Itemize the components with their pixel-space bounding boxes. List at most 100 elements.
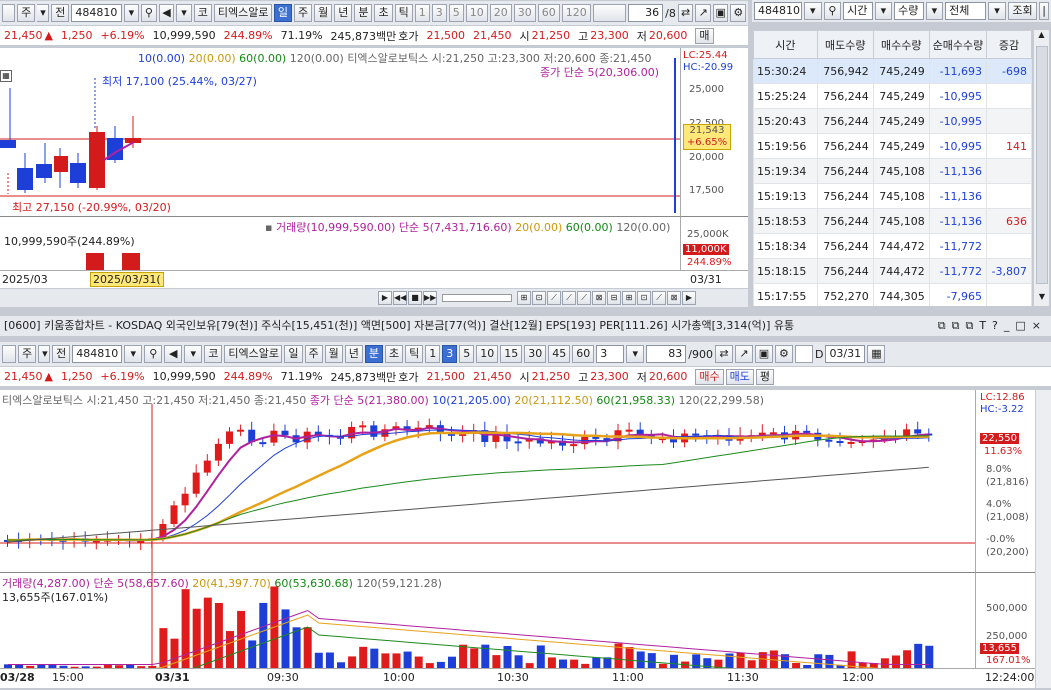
tool-icon-12[interactable]: ▶ xyxy=(682,291,696,305)
bottom-list-icon[interactable]: ▾ xyxy=(184,345,203,363)
sell-order-button[interactable]: 매도 xyxy=(725,368,754,385)
sync-icon[interactable]: ⇄ xyxy=(677,4,694,22)
query-button[interactable]: 조회 xyxy=(1007,2,1038,20)
trade-search-icon[interactable]: ⚲ xyxy=(823,2,842,20)
top-price-panel[interactable]: 10(0.00) 20(0.00) 60(0.00) 120(0.00) 티엑스… xyxy=(0,48,680,216)
window-controls[interactable]: ⧉⧉⧉T?_□× xyxy=(933,316,1047,336)
zoom-slider[interactable] xyxy=(442,294,512,302)
time-select[interactable]: 시간 xyxy=(843,2,873,20)
calendar-icon[interactable]: ▦ xyxy=(867,345,886,363)
time-chevron-icon[interactable]: ▾ xyxy=(874,2,893,20)
interval-chevron-icon[interactable]: ▾ xyxy=(626,345,645,363)
bottom-market-marker[interactable] xyxy=(2,345,16,363)
bottom-tab-month[interactable]: 월 xyxy=(324,345,343,363)
bottom-tab-day[interactable]: 일 xyxy=(284,345,303,363)
bottom-volume-panel[interactable]: 거래량(4,287.00) 단순 5(58,657.60) 20(41,397.… xyxy=(0,572,975,668)
bottom-market-select[interactable]: 주 xyxy=(18,345,37,363)
bottom-interval-45[interactable]: 45 xyxy=(548,345,571,363)
tool-icon-6[interactable]: ⊠ xyxy=(592,291,606,305)
bottom-code-input[interactable]: 484810 xyxy=(72,345,123,363)
flat-button[interactable]: 평 xyxy=(755,368,775,385)
interval-10[interactable]: 10 xyxy=(465,4,488,22)
tool-icon-7[interactable]: ⊟ xyxy=(607,291,621,305)
bottom-save-icon[interactable]: ▣ xyxy=(754,345,773,363)
interval-20[interactable]: 20 xyxy=(489,4,512,22)
top-volume-panel[interactable]: ▪ 거래량(10,999,590.00) 단순 5(7,431,716.60) … xyxy=(0,216,680,270)
d-checkbox[interactable] xyxy=(794,345,813,363)
tool-icon-4[interactable]: ⟋ xyxy=(562,291,576,305)
tool-icon-3[interactable]: ⟋ xyxy=(547,291,561,305)
tool-icon-8[interactable]: ⊞ xyxy=(622,291,636,305)
rewind-icon[interactable]: ◀◀ xyxy=(393,291,407,305)
chevron-down-icon[interactable]: ▾ xyxy=(37,4,50,22)
scroll-thumb[interactable] xyxy=(1036,46,1048,284)
tab-month[interactable]: 월 xyxy=(314,4,333,22)
bottom-speaker-icon[interactable]: ◀ xyxy=(164,345,183,363)
dropdown-icon[interactable]: ▾ xyxy=(123,4,140,22)
bottom-interval-5[interactable]: 5 xyxy=(459,345,475,363)
search-icon[interactable]: ⚲ xyxy=(141,4,157,22)
forward-icon[interactable]: ▶▶ xyxy=(423,291,437,305)
qty-select[interactable]: 수량 xyxy=(894,2,924,20)
tab-day[interactable]: 일 xyxy=(273,4,292,22)
tool-icon-5[interactable]: ⟋ xyxy=(577,291,591,305)
speaker-icon[interactable]: ◀ xyxy=(158,4,175,22)
scroll-up-icon[interactable]: ▲ xyxy=(1034,30,1049,44)
tab-tick[interactable]: 틱 xyxy=(394,4,413,22)
stop-icon[interactable]: ■ xyxy=(408,291,422,305)
bottom-tab-year[interactable]: 년 xyxy=(344,345,363,363)
count-input[interactable]: 36 xyxy=(628,4,664,22)
bottom-tab-minute[interactable]: 분 xyxy=(364,345,383,363)
stock-code-input[interactable]: 484810 xyxy=(71,4,122,22)
market-select[interactable]: 주 xyxy=(17,4,36,22)
bottom-interval-30[interactable]: 30 xyxy=(524,345,547,363)
qty-chevron-icon[interactable]: ▾ xyxy=(925,2,944,20)
bottom-chevron-down-icon[interactable]: ▾ xyxy=(38,345,51,363)
bottom-sync-icon[interactable]: ⇄ xyxy=(714,345,733,363)
top-scroll-bar[interactable]: ▶ ◀◀ ■ ▶▶ ⊞ ⊡ ⟋ ⟋ ⟋ ⊠ ⊟ ⊞ ⊡ ⟋ ⊠ ▶ xyxy=(0,289,748,307)
tool-icon-9[interactable]: ⊡ xyxy=(637,291,651,305)
market-select-marker[interactable] xyxy=(2,4,16,22)
bottom-arrow-icon[interactable]: ↗ xyxy=(734,345,753,363)
interval-custom[interactable] xyxy=(592,4,627,22)
tab-year[interactable]: 년 xyxy=(334,4,353,22)
bottom-price-panel[interactable]: 티엑스알로보틱스 시:21,450 고:21,450 저:21,450 종:21… xyxy=(0,390,975,572)
scroll-right-icon[interactable]: ▶ xyxy=(378,291,392,305)
bottom-tab-week[interactable]: 주 xyxy=(304,345,323,363)
bottom-dropdown-icon[interactable]: ▾ xyxy=(124,345,143,363)
list-icon[interactable]: ▾ xyxy=(176,4,192,22)
interval-30[interactable]: 30 xyxy=(513,4,536,22)
period-select[interactable]: 전 xyxy=(51,4,70,22)
tool-icon-10[interactable]: ⟋ xyxy=(652,291,666,305)
bottom-interval-3[interactable]: 3 xyxy=(442,345,458,363)
scroll-down-icon[interactable]: ▼ xyxy=(1034,292,1050,306)
bottom-tab-second[interactable]: 초 xyxy=(385,345,404,363)
interval-120[interactable]: 120 xyxy=(561,4,591,22)
gear-icon[interactable]: ⚙ xyxy=(730,4,747,22)
interval-5[interactable]: 5 xyxy=(448,4,464,22)
trade-more-icon[interactable]: | xyxy=(1039,2,1050,20)
save-icon[interactable]: ▣ xyxy=(712,4,729,22)
arrow-icon[interactable]: ↗ xyxy=(695,4,711,22)
tab-minute[interactable]: 분 xyxy=(354,4,373,22)
all-select[interactable]: 전체 xyxy=(945,2,987,20)
trade-dropdown-icon[interactable]: ▾ xyxy=(804,2,822,20)
bottom-count-input[interactable]: 83 xyxy=(646,345,687,363)
tool-icon-2[interactable]: ⊡ xyxy=(532,291,546,305)
all-chevron-icon[interactable]: ▾ xyxy=(988,2,1006,20)
bottom-interval-60[interactable]: 60 xyxy=(572,345,595,363)
bottom-interval-10[interactable]: 10 xyxy=(476,345,499,363)
bottom-period-select[interactable]: 전 xyxy=(52,345,71,363)
bottom-search-icon[interactable]: ⚲ xyxy=(144,345,163,363)
interval-3[interactable]: 3 xyxy=(431,4,447,22)
bottom-interval-1[interactable]: 1 xyxy=(425,345,441,363)
bottom-scrollbar[interactable] xyxy=(1035,390,1051,688)
bottom-interval-15[interactable]: 15 xyxy=(500,345,523,363)
date-input[interactable]: 03/31 xyxy=(825,345,866,363)
buy-button[interactable]: 매수 xyxy=(695,368,724,385)
sell-button[interactable]: 매 xyxy=(695,27,714,44)
tool-icon-1[interactable]: ⊞ xyxy=(517,291,531,305)
interval-60[interactable]: 60 xyxy=(537,4,560,22)
interval-input[interactable]: 3 xyxy=(596,345,625,363)
tool-icon-11[interactable]: ⊠ xyxy=(667,291,681,305)
